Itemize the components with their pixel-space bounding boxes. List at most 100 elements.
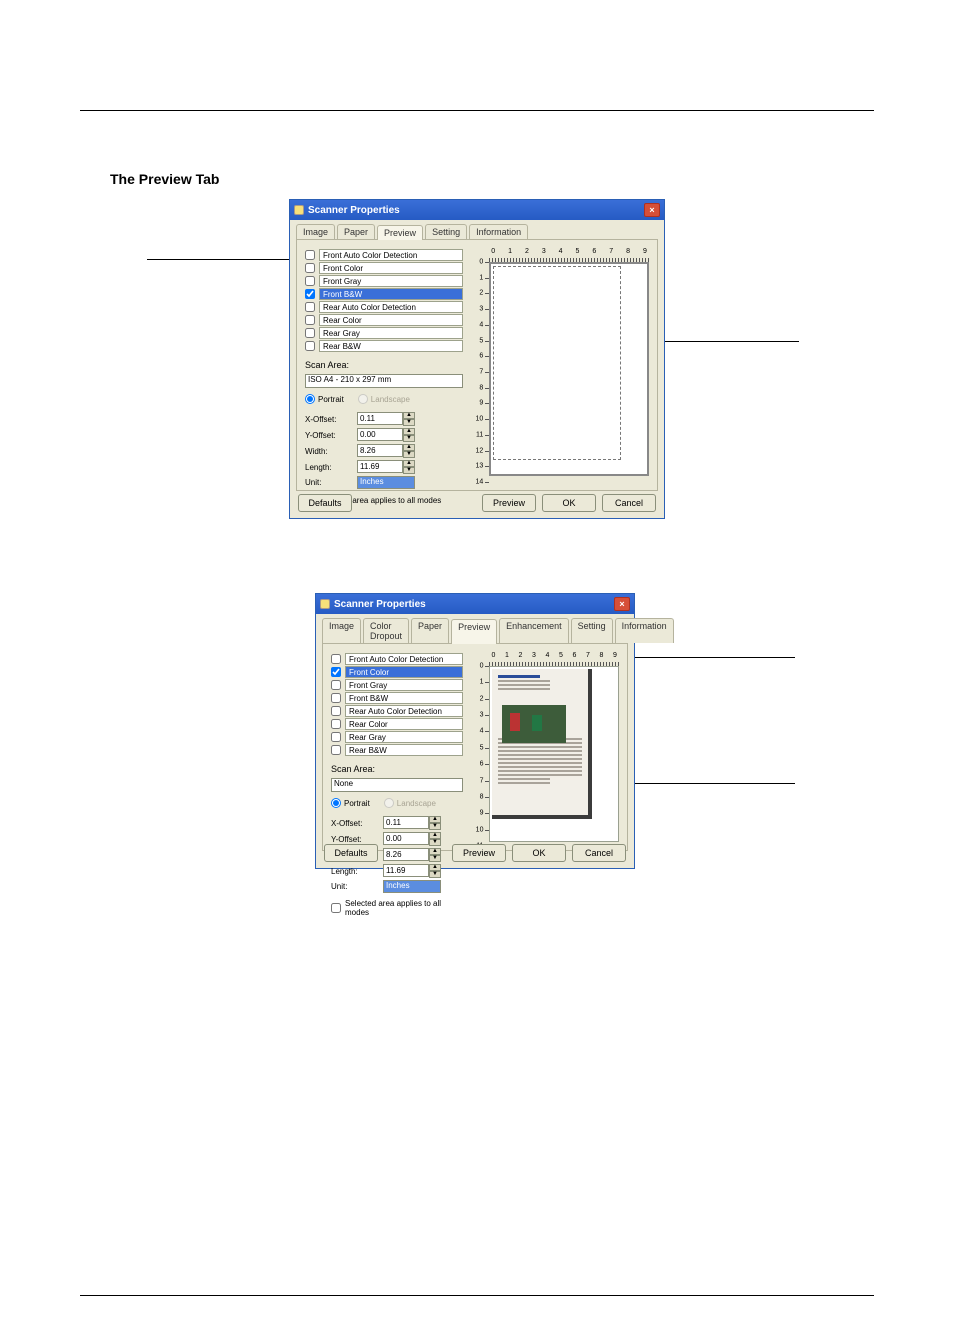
all-modes-check[interactable]: Selected area applies to all modes: [331, 899, 463, 917]
ruler-vertical: 01234567891011: [473, 666, 489, 842]
image-type-checkbox[interactable]: [305, 315, 315, 325]
image-type-label: Rear Gray: [319, 327, 463, 339]
image-type-checkbox[interactable]: [331, 732, 341, 742]
ruler-num: 14: [475, 479, 483, 486]
image-type-row[interactable]: Rear Gray: [305, 326, 463, 339]
tab-preview[interactable]: Preview: [451, 619, 497, 644]
image-type-checkbox[interactable]: [331, 667, 341, 677]
ruler-num: 6: [479, 353, 483, 360]
selection-rect[interactable]: [493, 266, 621, 460]
defaults-button[interactable]: Defaults: [298, 494, 352, 512]
figure1: Scanner Properties × ImagePaperPreviewSe…: [157, 199, 797, 519]
tab-color-dropout[interactable]: Color Dropout: [363, 618, 409, 643]
tabs: ImagePaperPreviewSettingInformation: [290, 220, 664, 239]
preview-canvas[interactable]: [489, 262, 649, 476]
tab-paper[interactable]: Paper: [411, 618, 449, 643]
app-icon: [320, 599, 330, 609]
xoffset-input[interactable]: ▲▼: [357, 412, 463, 426]
image-type-checkbox[interactable]: [331, 719, 341, 729]
yoffset-label: Y-Offset:: [305, 431, 357, 440]
image-type-checkbox[interactable]: [305, 263, 315, 273]
dialog-buttons: Defaults Preview OK Cancel: [290, 494, 664, 512]
radio-portrait[interactable]: Portrait: [305, 394, 344, 404]
window-title: Scanner Properties: [334, 599, 426, 610]
preview-button[interactable]: Preview: [452, 844, 506, 862]
image-type-label: Rear Auto Color Detection: [345, 705, 463, 717]
image-type-checkbox[interactable]: [331, 706, 341, 716]
tab-enhancement[interactable]: Enhancement: [499, 618, 569, 643]
length-input[interactable]: ▲▼: [383, 864, 463, 878]
preview-canvas[interactable]: [489, 666, 619, 842]
tab-information[interactable]: Information: [469, 224, 528, 239]
ruler-num: 2: [479, 290, 483, 297]
image-type-row[interactable]: Front Color: [305, 261, 463, 274]
ruler-num: 4: [545, 652, 549, 659]
scan-area-select[interactable]: ISO A4 - 210 x 297 mm: [305, 374, 463, 388]
radio-landscape: Landscape: [384, 798, 436, 808]
ruler-num: 3: [542, 248, 546, 255]
yoffset-input[interactable]: ▲▼: [357, 428, 463, 442]
image-type-checkbox[interactable]: [331, 745, 341, 755]
ruler-horizontal: 0123456789: [489, 652, 619, 666]
ruler-horizontal: 0123456789: [489, 248, 649, 262]
image-type-row[interactable]: Front B&W: [331, 691, 463, 704]
tab-setting[interactable]: Setting: [425, 224, 467, 239]
image-type-row[interactable]: Rear B&W: [331, 743, 463, 756]
image-type-row[interactable]: Front Gray: [305, 274, 463, 287]
image-type-checkbox[interactable]: [305, 341, 315, 351]
tab-image[interactable]: Image: [296, 224, 335, 239]
cancel-button[interactable]: Cancel: [602, 494, 656, 512]
image-type-row[interactable]: Front Auto Color Detection: [331, 652, 463, 665]
defaults-button[interactable]: Defaults: [324, 844, 378, 862]
unit-select[interactable]: Inches: [383, 880, 441, 893]
app-icon: [294, 205, 304, 215]
ok-button[interactable]: OK: [542, 494, 596, 512]
preview-button[interactable]: Preview: [482, 494, 536, 512]
radio-landscape: Landscape: [358, 394, 410, 404]
tab-setting[interactable]: Setting: [571, 618, 613, 643]
image-type-row[interactable]: Front Color: [331, 665, 463, 678]
image-type-label: Front Color: [319, 262, 463, 274]
image-type-row[interactable]: Front B&W: [305, 287, 463, 300]
titlebar: Scanner Properties ×: [290, 200, 664, 220]
length-input[interactable]: ▲▼: [357, 460, 463, 474]
image-type-row[interactable]: Rear B&W: [305, 339, 463, 352]
preview-area[interactable]: 0123456789 01234567891011121314: [473, 248, 649, 482]
tab-paper[interactable]: Paper: [337, 224, 375, 239]
image-type-checkbox[interactable]: [305, 289, 315, 299]
ruler-num: 0: [491, 248, 495, 255]
width-input[interactable]: ▲▼: [357, 444, 463, 458]
image-type-checkbox[interactable]: [305, 276, 315, 286]
xoffset-input[interactable]: ▲▼: [383, 816, 463, 830]
image-type-row[interactable]: Front Auto Color Detection: [305, 248, 463, 261]
ok-button[interactable]: OK: [512, 844, 566, 862]
unit-select[interactable]: Inches: [357, 476, 415, 489]
document-photo: [502, 705, 566, 743]
preview-area[interactable]: 0123456789 01234567891011: [473, 652, 619, 842]
close-icon[interactable]: ×: [614, 597, 630, 611]
image-type-label: Rear B&W: [345, 744, 463, 756]
image-type-checkbox[interactable]: [305, 302, 315, 312]
image-type-checkbox[interactable]: [331, 680, 341, 690]
tab-preview[interactable]: Preview: [377, 225, 423, 240]
image-type-row[interactable]: Rear Color: [305, 313, 463, 326]
image-type-row[interactable]: Rear Auto Color Detection: [305, 300, 463, 313]
ruler-num: 1: [505, 652, 509, 659]
image-type-row[interactable]: Rear Auto Color Detection: [331, 704, 463, 717]
image-type-checkbox[interactable]: [305, 328, 315, 338]
cancel-button[interactable]: Cancel: [572, 844, 626, 862]
ruler-num: 9: [479, 400, 483, 407]
image-type-checkbox[interactable]: [305, 250, 315, 260]
image-type-checkbox[interactable]: [331, 693, 341, 703]
radio-portrait[interactable]: Portrait: [331, 798, 370, 808]
tab-information[interactable]: Information: [615, 618, 674, 643]
close-icon[interactable]: ×: [644, 203, 660, 217]
image-type-row[interactable]: Front Gray: [331, 678, 463, 691]
image-type-checkbox[interactable]: [331, 654, 341, 664]
tab-image[interactable]: Image: [322, 618, 361, 643]
image-type-label: Rear Color: [345, 718, 463, 730]
image-type-row[interactable]: Rear Gray: [331, 730, 463, 743]
image-type-label: Front Gray: [345, 679, 463, 691]
scan-area-select[interactable]: None: [331, 778, 463, 792]
image-type-row[interactable]: Rear Color: [331, 717, 463, 730]
